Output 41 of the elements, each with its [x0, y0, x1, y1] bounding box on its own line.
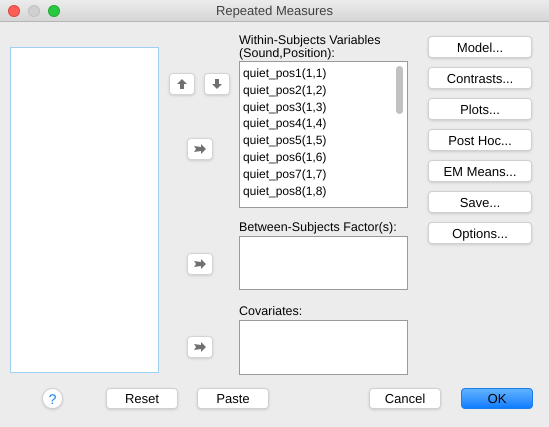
right-arrow-icon — [193, 143, 207, 155]
dialog-button[interactable]: Contrasts... — [428, 67, 532, 89]
up-arrow-icon — [175, 78, 189, 90]
between-subjects-list[interactable] — [239, 236, 408, 290]
dialog-button[interactable]: Plots... — [428, 98, 532, 120]
field-label: Within-Subjects Variables — [239, 34, 382, 47]
zoom-button[interactable] — [48, 4, 60, 16]
dialog-button[interactable]: Model... — [428, 36, 532, 58]
list-item[interactable]: quiet_pos8(1,8) — [243, 182, 407, 200]
dialog-button[interactable]: Options... — [428, 222, 532, 244]
close-button[interactable] — [8, 4, 20, 16]
help-button[interactable]: ? — [42, 388, 63, 409]
move-right-button[interactable] — [187, 253, 213, 275]
field-label: Covariates: — [239, 305, 304, 318]
dialog-button[interactable]: Save... — [428, 191, 532, 213]
move-up-button[interactable] — [169, 73, 195, 95]
down-arrow-icon — [210, 78, 224, 90]
list-item[interactable]: quiet_pos3(1,3) — [243, 98, 407, 116]
move-down-button[interactable] — [204, 73, 230, 95]
list-item[interactable]: quiet_pos2(1,2) — [243, 82, 407, 99]
scrollbar-thumb[interactable] — [396, 66, 403, 114]
list-item[interactable]: quiet_pos4(1,4) — [243, 115, 407, 132]
dialog-button[interactable]: Post Hoc... — [428, 129, 532, 151]
dialog-button[interactable]: Reset — [106, 388, 178, 409]
field-label: Between-Subjects Factor(s): — [239, 221, 398, 234]
within-subjects-list[interactable]: quiet_pos1(1,1) quiet_pos2(1,2) quiet_pos3(1,3) quiet_pos4(1,4) quiet_pos5(1,5) quiet_pos6(1,6) quiet_pos7(1,7) quiet_pos8(1,8) — [239, 61, 408, 208]
dialog-button[interactable]: Cancel — [369, 388, 441, 409]
covariates-list[interactable] — [239, 320, 408, 375]
right-arrow-icon — [193, 341, 207, 353]
list-item[interactable]: quiet_pos1(1,1) — [243, 65, 407, 82]
field-label: (Sound,Position): — [239, 47, 336, 60]
move-right-button[interactable] — [187, 138, 213, 160]
dialog-button[interactable]: Paste — [197, 388, 269, 409]
ok-button[interactable]: OK — [461, 388, 533, 409]
list-item[interactable]: quiet_pos5(1,5) — [243, 132, 407, 149]
list-item[interactable]: quiet_pos7(1,7) — [243, 166, 407, 183]
window-title: Repeated Measures — [216, 2, 334, 20]
move-right-button[interactable] — [187, 336, 213, 358]
right-arrow-icon — [193, 258, 207, 270]
list-item[interactable]: quiet_pos6(1,6) — [243, 148, 407, 166]
dialog-button[interactable]: EM Means... — [428, 160, 532, 182]
